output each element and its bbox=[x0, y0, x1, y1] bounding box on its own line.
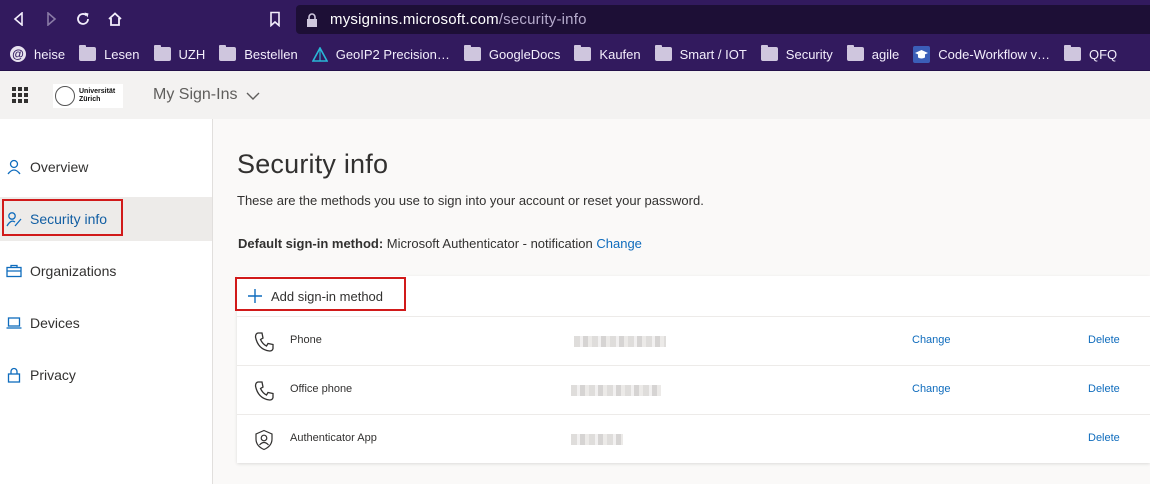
folder-icon bbox=[760, 45, 778, 61]
logo-text: Universität Zürich bbox=[79, 88, 115, 104]
phone-icon bbox=[253, 331, 275, 353]
bookmark-heise[interactable]: @ heise bbox=[10, 46, 65, 62]
sidebar-item-label: Devices bbox=[30, 315, 80, 331]
seal-icon bbox=[55, 86, 75, 106]
bookmark-label: Bestellen bbox=[244, 46, 298, 62]
delete-link[interactable]: Delete bbox=[1088, 334, 1120, 346]
bookmark-kaufen[interactable]: Kaufen bbox=[574, 45, 641, 62]
authenticator-icon bbox=[253, 429, 275, 451]
bookmark-icon bbox=[270, 11, 280, 27]
bookmark-label: heise bbox=[34, 46, 66, 62]
lock-icon bbox=[306, 12, 320, 28]
bookmark-bestellen[interactable]: Bestellen bbox=[219, 45, 298, 62]
bookmark-label: UZH bbox=[178, 46, 206, 62]
sidebar-item-label: Organizations bbox=[30, 263, 117, 279]
method-row-phone: Phone Change Delete bbox=[237, 316, 1150, 365]
delete-link[interactable]: Delete bbox=[1088, 383, 1120, 395]
heise-icon: @ bbox=[10, 46, 26, 62]
page-description: These are the methods you use to sign in… bbox=[237, 193, 704, 208]
browser-toolbar: mysignins.microsoft.com/security-info bbox=[0, 0, 1150, 38]
back-icon bbox=[13, 12, 23, 26]
bookmark-label: GoogleDocs bbox=[488, 46, 561, 62]
sidebar-item-overview[interactable]: Overview bbox=[0, 145, 212, 189]
change-link[interactable]: Change bbox=[912, 383, 951, 395]
page-title: Security info bbox=[237, 149, 389, 179]
app-launcher-icon[interactable] bbox=[12, 87, 28, 103]
bookmarks-bar: @ heise Lesen UZH Bestellen GeoIP2 Precis… bbox=[0, 38, 1150, 71]
url-path: /security-info bbox=[498, 11, 587, 28]
highlight-security-info bbox=[2, 199, 123, 236]
bookmark-label: Lesen bbox=[104, 46, 140, 62]
bookmark-googledocs[interactable]: GoogleDocs bbox=[463, 45, 561, 62]
method-name: Office phone bbox=[290, 383, 353, 395]
method-name: Phone bbox=[290, 334, 322, 346]
bookmark-label: Code-Workflow v… bbox=[938, 46, 1050, 62]
graduation-cap-icon bbox=[913, 45, 931, 63]
reload-icon bbox=[77, 12, 89, 25]
laptop-icon bbox=[5, 314, 23, 332]
sidebar-item-organizations[interactable]: Organizations bbox=[0, 249, 212, 293]
chevron-down-icon[interactable] bbox=[245, 88, 261, 109]
home-icon bbox=[108, 12, 122, 26]
app-title[interactable]: My Sign-Ins bbox=[153, 86, 237, 104]
delete-link[interactable]: Delete bbox=[1088, 432, 1120, 444]
forward-button[interactable] bbox=[41, 9, 61, 29]
redacted-value bbox=[571, 385, 661, 396]
bookmark-code-workflow[interactable]: Code-Workflow v… bbox=[913, 45, 1050, 63]
url-host: mysignins.microsoft.com bbox=[330, 11, 499, 28]
sidebar-item-privacy[interactable]: Privacy bbox=[0, 353, 212, 397]
bookmark-label: QFQ bbox=[1088, 46, 1118, 62]
folder-icon bbox=[846, 45, 864, 61]
folder-icon bbox=[463, 45, 481, 61]
folder-icon bbox=[219, 45, 237, 61]
method-row-authenticator: Authenticator App Delete bbox=[237, 414, 1150, 463]
folder-icon bbox=[153, 45, 171, 61]
default-label: Default sign-in method: bbox=[238, 236, 384, 251]
highlight-add-method bbox=[235, 277, 406, 311]
change-link[interactable]: Change bbox=[912, 334, 951, 346]
home-button[interactable] bbox=[105, 9, 125, 29]
geoip-icon bbox=[311, 45, 329, 62]
method-name: Authenticator App bbox=[290, 432, 377, 444]
method-row-office-phone: Office phone Change Delete bbox=[237, 365, 1150, 414]
folder-icon bbox=[574, 45, 592, 61]
address-bar[interactable]: mysignins.microsoft.com/security-info bbox=[296, 5, 1150, 34]
logo-line1: Universität bbox=[79, 88, 116, 95]
briefcase-icon bbox=[5, 262, 23, 280]
folder-icon bbox=[1063, 45, 1081, 61]
forward-icon bbox=[47, 12, 57, 26]
lock-icon bbox=[5, 366, 23, 384]
reload-button[interactable] bbox=[73, 9, 93, 29]
sidebar-item-label: Privacy bbox=[30, 367, 76, 383]
folder-icon bbox=[79, 45, 97, 61]
bookmark-geoip[interactable]: GeoIP2 Precision… bbox=[311, 45, 450, 62]
logo-line2: Zürich bbox=[79, 96, 101, 103]
bookmark-label: GeoIP2 Precision… bbox=[335, 46, 450, 62]
bookmark-smart-iot[interactable]: Smart / IOT bbox=[654, 45, 747, 62]
person-icon bbox=[5, 158, 23, 176]
bookmark-agile[interactable]: agile bbox=[846, 45, 900, 62]
university-logo[interactable]: Universität Zürich bbox=[53, 84, 123, 108]
redacted-value bbox=[571, 434, 623, 445]
default-sign-in-method: Default sign-in method: Microsoft Authen… bbox=[238, 236, 642, 251]
bookmark-label: agile bbox=[871, 46, 900, 62]
back-button[interactable] bbox=[9, 9, 29, 29]
bookmark-uzh[interactable]: UZH bbox=[153, 45, 206, 62]
redacted-value bbox=[574, 336, 666, 347]
bookmark-lesen[interactable]: Lesen bbox=[79, 45, 140, 62]
phone-icon bbox=[253, 380, 275, 402]
bookmark-label: Security bbox=[785, 46, 833, 62]
bookmark-qfq[interactable]: QFQ bbox=[1063, 45, 1118, 62]
sidebar-item-devices[interactable]: Devices bbox=[0, 301, 212, 345]
sidebar-item-label: Overview bbox=[30, 159, 89, 175]
change-default-link[interactable]: Change bbox=[596, 236, 642, 251]
bookmark-security[interactable]: Security bbox=[760, 45, 833, 62]
bookmark-label: Smart / IOT bbox=[679, 46, 747, 62]
bookmark-label: Kaufen bbox=[599, 46, 641, 62]
folder-icon bbox=[654, 45, 672, 61]
bookmark-button[interactable] bbox=[265, 9, 285, 29]
default-value: Microsoft Authenticator - notification bbox=[386, 236, 593, 251]
